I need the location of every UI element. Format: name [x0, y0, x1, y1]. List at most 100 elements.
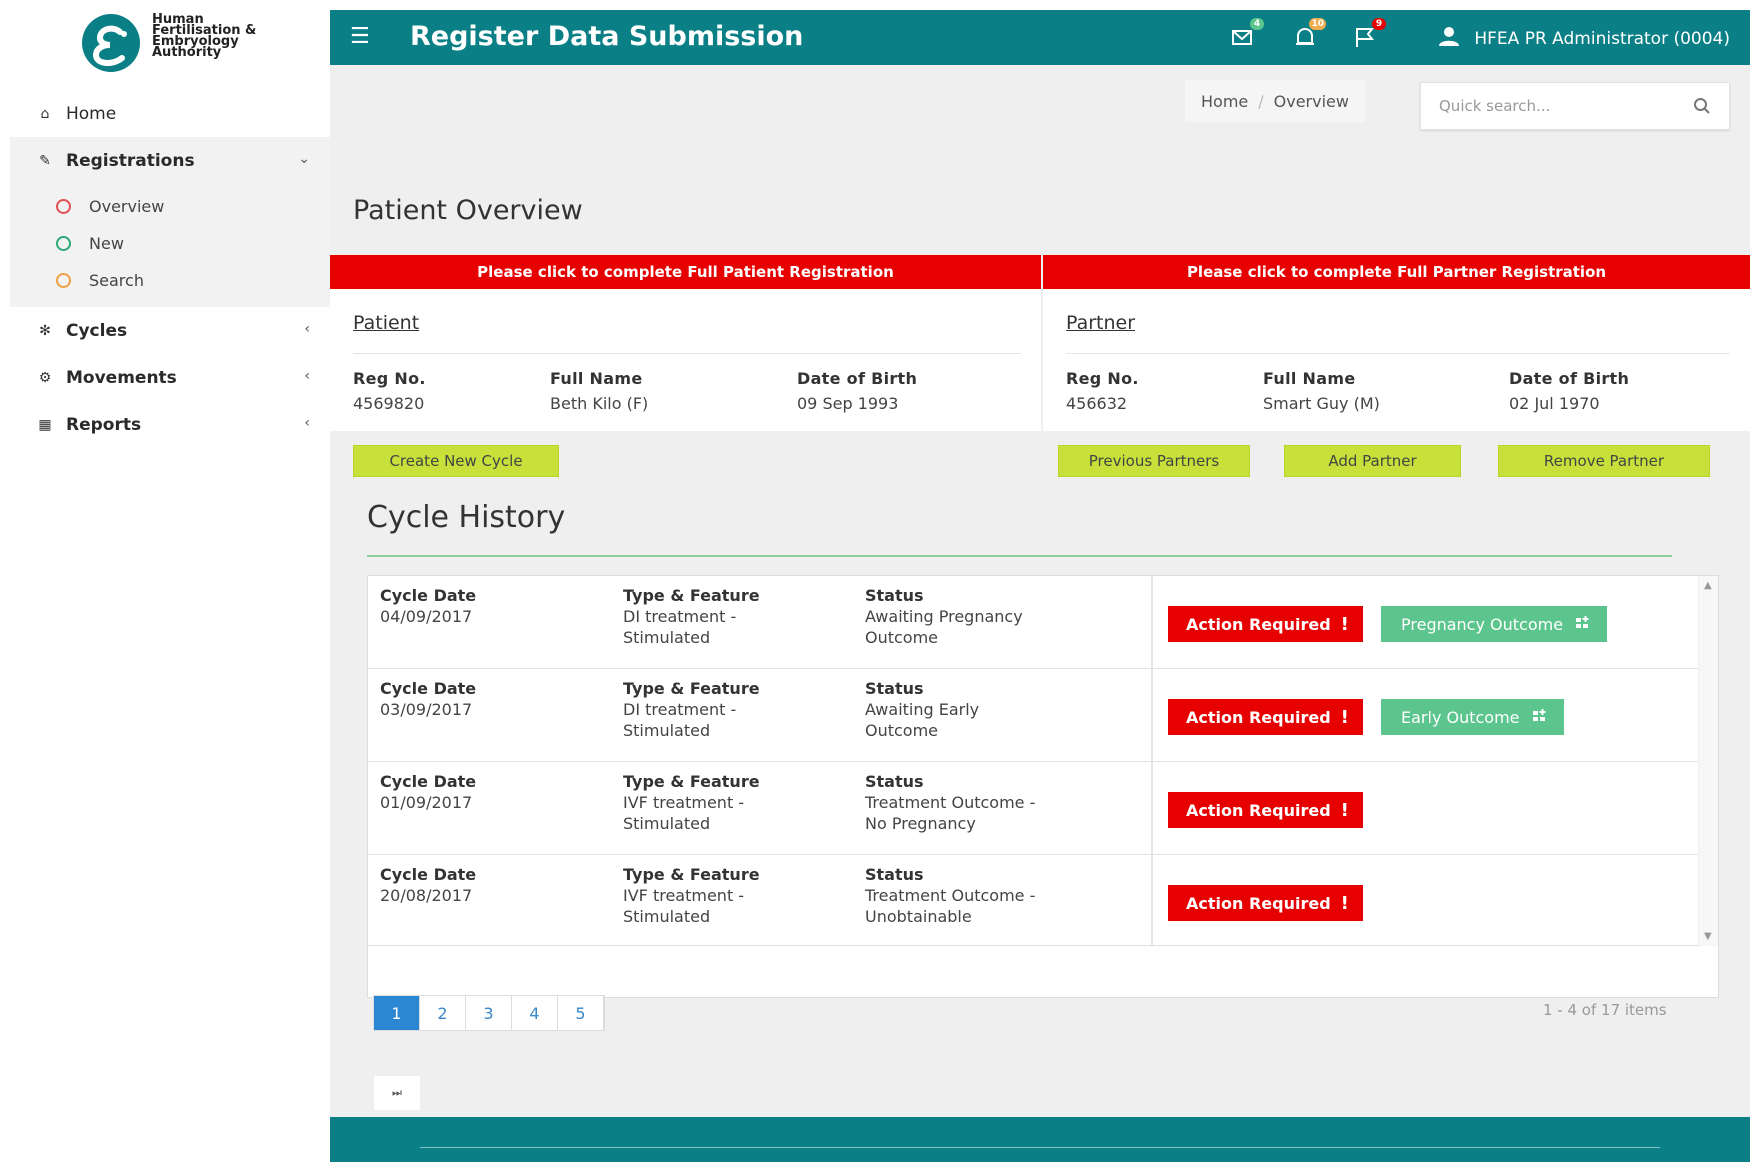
app-title: Register Data Submission	[410, 21, 804, 52]
create-new-cycle-button[interactable]: Create New Cycle	[353, 445, 559, 477]
divider	[420, 1147, 1660, 1148]
button-label: Action Required	[1186, 707, 1331, 727]
hamburger-icon[interactable]: ☰	[350, 24, 370, 49]
patient-card: Patient Reg No. 4569820 Full Name Beth K…	[330, 289, 1041, 431]
top-header: ☰ Register Data Submission 4 10 9 HFEA P…	[330, 10, 1750, 65]
pagination: ⏮ ◀ 1 2 3 4 5 ▶ ⏭	[373, 995, 605, 1110]
scroll-down-icon[interactable]: ▼	[1704, 931, 1712, 942]
cycle-history-rows: Cycle Date 04/09/2017 Type & Feature DI …	[368, 576, 1700, 946]
action-required-button[interactable]: Action Required !	[1168, 885, 1363, 921]
type-feature-cell: Type & Feature IVF treatment - Stimulate…	[623, 864, 823, 927]
field-label: Date of Birth	[797, 369, 918, 388]
home-icon: ⌂	[40, 105, 50, 122]
sidebar-item-movements[interactable]: ⚙ Movements ‹	[10, 354, 330, 401]
pregnancy-outcome-button[interactable]: Pregnancy Outcome	[1381, 606, 1608, 642]
field-label: Full Name	[550, 369, 643, 388]
last-page-button[interactable]: ⏭	[374, 1076, 420, 1110]
action-required-button[interactable]: Action Required !	[1168, 606, 1363, 642]
logo[interactable]: Human Fertilisation & Embryology Authori…	[10, 10, 330, 72]
registrations-submenu: Overview New Search	[10, 184, 330, 307]
action-required-button[interactable]: Action Required !	[1168, 792, 1363, 828]
table-icon: ▦	[38, 416, 52, 433]
type-value: Stimulated	[623, 907, 711, 926]
chevron-left-icon: ‹	[304, 368, 310, 384]
vertical-scrollbar[interactable]: ▲ ▼	[1698, 576, 1718, 946]
chevron-left-icon: ‹	[304, 415, 310, 431]
sidebar-subitem-label: Search	[89, 271, 144, 290]
patient-card-title[interactable]: Patient	[353, 312, 419, 334]
remove-partner-button[interactable]: Remove Partner	[1498, 445, 1710, 477]
main-content: Home / Overview Patient Overview Please …	[330, 65, 1750, 1117]
patient-dob-field: Date of Birth 09 Sep 1993	[797, 369, 917, 413]
page-button[interactable]: 3	[466, 996, 512, 1030]
partner-dob-field: Date of Birth 02 Jul 1970	[1509, 369, 1629, 413]
cell-header: Status	[865, 772, 924, 791]
sidebar-item-cycles[interactable]: ✻ Cycles ‹	[10, 307, 330, 354]
cell-header: Status	[865, 679, 924, 698]
type-value: DI treatment -	[623, 607, 737, 626]
footer	[330, 1117, 1750, 1162]
cell-header: Cycle Date	[380, 865, 477, 884]
bell-icon[interactable]: 10	[1292, 18, 1326, 50]
cell-header: Status	[865, 586, 924, 605]
partner-name-field: Full Name Smart Guy (M)	[1263, 369, 1380, 413]
search-icon[interactable]	[1693, 97, 1711, 119]
flag-icon[interactable]: 9	[1352, 18, 1386, 50]
sidebar-subitem-new[interactable]: New	[10, 225, 330, 262]
page-button[interactable]: 2	[420, 996, 466, 1030]
cycle-history-title: Cycle History	[367, 500, 566, 535]
cycle-date-value: 01/09/2017	[380, 793, 473, 812]
user-menu[interactable]: HFEA PR Administrator (0004)	[1438, 25, 1730, 52]
type-feature-cell: Type & Feature DI treatment - Stimulated	[623, 585, 823, 648]
hfea-logo-icon	[82, 14, 140, 72]
sidebar-item-label: Reports	[66, 414, 142, 435]
status-value: Awaiting Pregnancy	[865, 607, 1023, 626]
page-button[interactable]: 1	[374, 996, 420, 1030]
breadcrumb-separator: /	[1258, 91, 1264, 111]
field-label: Date of Birth	[1509, 369, 1630, 388]
page-button[interactable]: 4	[512, 996, 558, 1030]
edit-icon: ✎	[39, 152, 51, 169]
sidebar: Human Fertilisation & Embryology Authori…	[10, 10, 330, 1162]
button-label: Action Required	[1186, 614, 1331, 634]
add-partner-button[interactable]: Add Partner	[1284, 445, 1461, 477]
search-input[interactable]	[1421, 83, 1681, 129]
quick-search	[1420, 82, 1730, 130]
complete-partner-registration-banner[interactable]: Please click to complete Full Partner Re…	[1043, 255, 1750, 289]
type-value: Stimulated	[623, 814, 711, 833]
page-button[interactable]: 5	[558, 996, 604, 1030]
envelope-icon[interactable]: 4	[1230, 18, 1264, 50]
cell-header: Type & Feature	[623, 679, 760, 698]
status-value: Treatment Outcome -	[865, 886, 1036, 905]
complete-patient-registration-banner[interactable]: Please click to complete Full Patient Re…	[330, 255, 1041, 289]
scroll-up-icon[interactable]: ▲	[1704, 580, 1712, 591]
partner-card-title[interactable]: Partner	[1066, 312, 1135, 334]
cycle-date-value: 04/09/2017	[380, 607, 473, 626]
status-cell: Status Awaiting Pregnancy Outcome	[865, 585, 1085, 648]
cell-header: Cycle Date	[380, 586, 477, 605]
notification-badge: 10	[1309, 18, 1326, 30]
breadcrumb-home[interactable]: Home	[1201, 92, 1248, 111]
patient-name-field: Full Name Beth Kilo (F)	[550, 369, 648, 413]
divider	[367, 555, 1672, 557]
sidebar-item-label: Home	[66, 103, 117, 124]
status-value: Unobtainable	[865, 907, 972, 926]
cycle-date-cell: Cycle Date 04/09/2017	[380, 585, 600, 627]
action-required-button[interactable]: Action Required !	[1168, 699, 1363, 735]
button-label: Pregnancy Outcome	[1401, 614, 1564, 634]
sidebar-item-home[interactable]: ⌂ Home	[10, 90, 330, 137]
chevron-down-icon: ⌄	[298, 151, 310, 167]
partner-reg-field: Reg No. 456632	[1066, 369, 1139, 413]
sidebar-item-reports[interactable]: ▦ Reports ‹	[10, 401, 330, 448]
exclamation-icon: !	[1340, 892, 1349, 914]
previous-partners-button[interactable]: Previous Partners	[1058, 445, 1250, 477]
divider	[353, 353, 1021, 354]
sidebar-subitem-search[interactable]: Search	[10, 262, 330, 299]
breadcrumb-current: Overview	[1273, 91, 1349, 111]
grid-plus-icon	[1575, 615, 1591, 634]
early-outcome-button[interactable]: Early Outcome	[1381, 699, 1564, 735]
cell-header: Status	[865, 865, 924, 884]
sidebar-subitem-overview[interactable]: Overview	[10, 188, 330, 225]
sidebar-item-registrations[interactable]: ✎ Registrations ⌄	[10, 137, 330, 184]
cycle-date-value: 20/08/2017	[380, 886, 473, 905]
